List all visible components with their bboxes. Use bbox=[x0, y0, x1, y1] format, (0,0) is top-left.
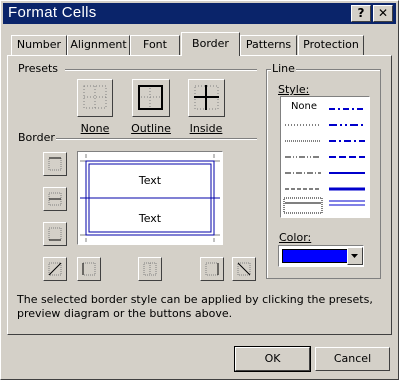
tab-number[interactable]: Number bbox=[11, 35, 67, 55]
border-inside-vertical-button[interactable] bbox=[138, 257, 162, 281]
window-title: Format Cells bbox=[8, 4, 97, 21]
preset-outline-button[interactable] bbox=[132, 79, 170, 117]
presets-separator bbox=[65, 69, 257, 71]
tab-protection[interactable]: Protection bbox=[298, 35, 364, 55]
border-diagonal-up-button[interactable] bbox=[43, 257, 67, 281]
title-bar[interactable]: Format Cells ? ✕ bbox=[3, 3, 396, 24]
border-inside-vertical-icon bbox=[143, 262, 157, 276]
tab-alignment[interactable]: Alignment bbox=[67, 35, 130, 55]
preview-border-lines bbox=[80, 154, 220, 242]
close-icon: ✕ bbox=[377, 6, 389, 20]
preset-inside-icon bbox=[194, 85, 219, 110]
border-inside-horizontal-icon bbox=[48, 192, 62, 206]
tab-label: Number bbox=[16, 38, 62, 51]
preview-text-top: Text bbox=[138, 174, 162, 187]
help-icon: ? bbox=[357, 6, 365, 20]
preset-none-icon bbox=[83, 85, 107, 109]
border-diagonal-down-button[interactable] bbox=[232, 257, 256, 281]
border-right-icon bbox=[205, 262, 219, 276]
border-preview-diagram[interactable]: Text Text bbox=[77, 151, 223, 245]
line-style-list[interactable]: None bbox=[280, 96, 370, 218]
preset-outline-icon bbox=[138, 85, 163, 110]
ok-label: OK bbox=[264, 352, 281, 365]
cancel-label: Cancel bbox=[333, 352, 372, 365]
border-separator bbox=[55, 138, 257, 140]
border-top-button[interactable] bbox=[43, 152, 67, 176]
color-dropdown-button[interactable] bbox=[347, 247, 363, 265]
border-group-label: Border bbox=[17, 131, 56, 144]
tab-label: Protection bbox=[303, 38, 359, 51]
tab-patterns[interactable]: Patterns bbox=[240, 35, 297, 55]
color-label: Color: bbox=[278, 231, 313, 244]
border-bottom-button[interactable] bbox=[43, 222, 67, 246]
tab-border[interactable]: Border bbox=[181, 32, 240, 56]
tab-label: Alignment bbox=[70, 38, 127, 51]
tab-label: Patterns bbox=[245, 38, 292, 51]
close-button[interactable]: ✕ bbox=[373, 5, 393, 22]
help-button[interactable]: ? bbox=[351, 5, 371, 22]
cancel-button[interactable]: Cancel bbox=[315, 347, 390, 371]
hint-text: The selected border style can be applied… bbox=[17, 293, 373, 320]
line-style-swatches bbox=[283, 108, 365, 214]
preset-none-button[interactable] bbox=[77, 79, 113, 117]
border-right-button[interactable] bbox=[200, 257, 224, 281]
border-bottom-icon bbox=[48, 227, 62, 241]
tab-font[interactable]: Font bbox=[130, 35, 180, 55]
preset-outline-label: Outline bbox=[131, 122, 171, 135]
ok-button[interactable]: OK bbox=[234, 346, 311, 372]
presets-group-label: Presets bbox=[17, 62, 60, 75]
tab-label: Border bbox=[192, 37, 229, 50]
format-cells-dialog: Format Cells ? ✕ Number Alignment Font B… bbox=[0, 0, 399, 380]
preset-inside-label: Inside bbox=[189, 122, 223, 135]
border-inside-horizontal-button[interactable] bbox=[43, 187, 67, 211]
preset-none-label: None bbox=[80, 122, 110, 135]
preset-inside-button[interactable] bbox=[188, 79, 225, 117]
border-left-button[interactable] bbox=[77, 257, 101, 281]
chevron-down-icon bbox=[351, 254, 358, 258]
style-label: Style: bbox=[277, 83, 311, 96]
selected-color-swatch bbox=[282, 249, 348, 263]
border-top-icon bbox=[48, 157, 62, 171]
tab-label: Font bbox=[143, 38, 167, 51]
border-left-icon bbox=[82, 262, 96, 276]
border-diagonal-up-icon bbox=[48, 262, 62, 276]
preview-text-bottom: Text bbox=[138, 212, 162, 225]
border-diagonal-down-icon bbox=[237, 262, 251, 276]
color-dropdown[interactable] bbox=[278, 245, 364, 267]
line-group-label: Line bbox=[271, 62, 296, 75]
